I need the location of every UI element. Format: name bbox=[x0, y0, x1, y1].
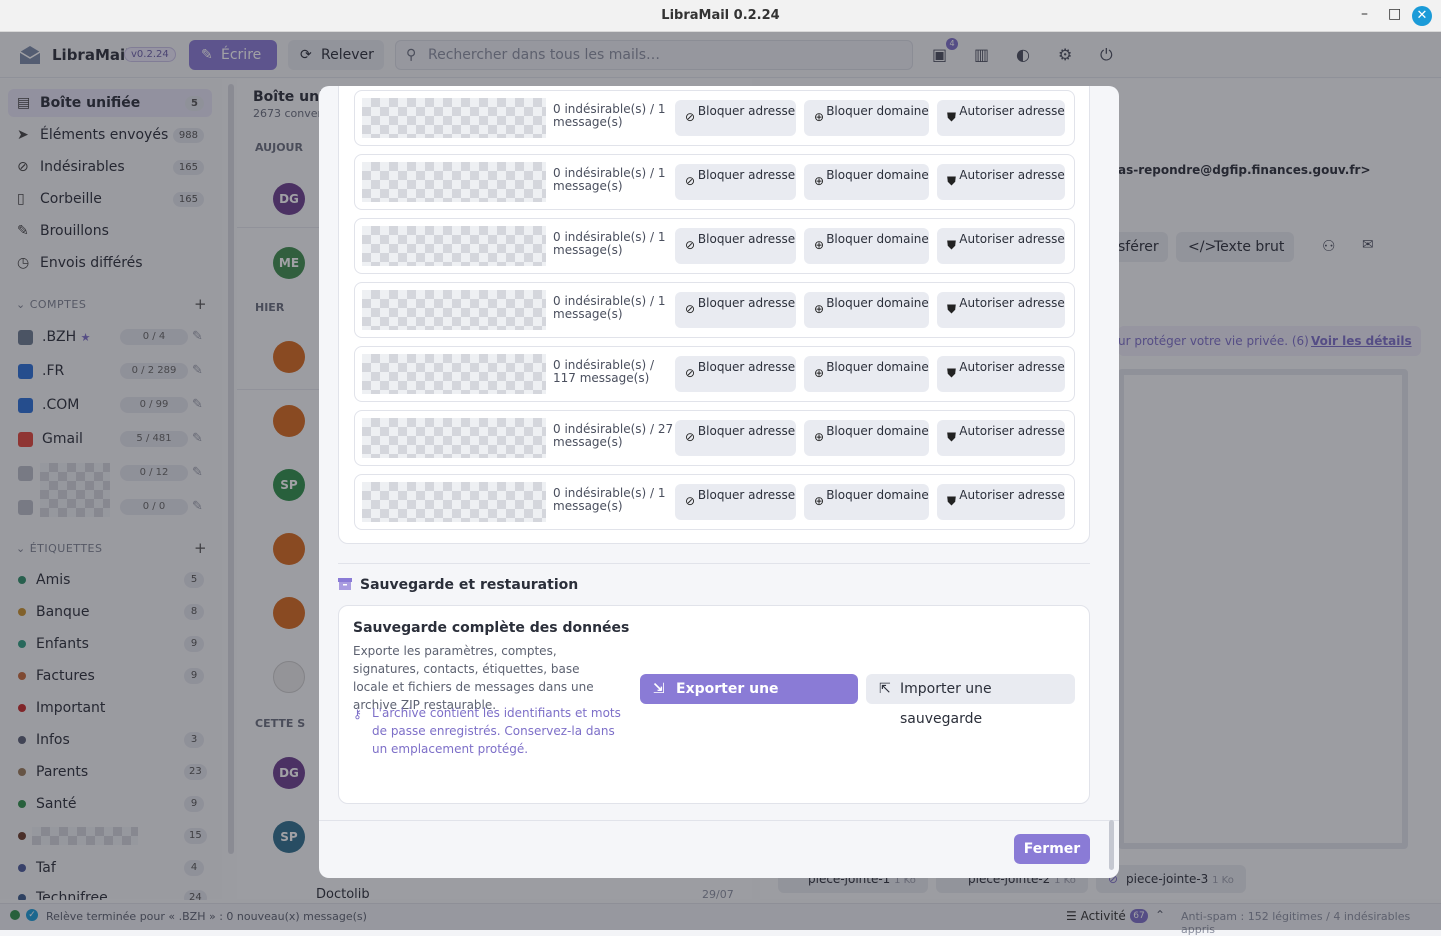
block-domain-button[interactable]: ⊕ Bloquer domaine bbox=[804, 100, 929, 136]
export-backup-button[interactable]: ⇲ Exporter une sauvegarde bbox=[640, 674, 858, 727]
shield-icon: ⛊ bbox=[947, 174, 957, 188]
block-address-button[interactable]: ⊘ Bloquer adresse bbox=[675, 484, 796, 520]
shield-icon: ⛊ bbox=[947, 430, 957, 444]
globe-icon: ⊕ bbox=[814, 430, 825, 444]
block-domain-button[interactable]: ⊕ Bloquer domaine bbox=[804, 484, 929, 520]
allow-address-button[interactable]: ⛊ Autoriser adresse bbox=[937, 484, 1065, 520]
block-domain-button[interactable]: ⊕ Bloquer domaine bbox=[804, 164, 929, 200]
file-import-icon: ⇱ bbox=[879, 681, 891, 697]
allow-address-button[interactable]: ⛊ Autoriser adresse bbox=[937, 292, 1065, 328]
sender-row: 0 indésirable(s) / 117 message(s) ⊘ Bloque… bbox=[354, 346, 1075, 402]
redacted-sender bbox=[362, 418, 546, 458]
sender-row: 0 indésirable(s) / 1 message(s) ⊘ Bloquer … bbox=[354, 218, 1075, 274]
block-icon: ⊘ bbox=[685, 430, 696, 444]
settings-modal: 0 indésirable(s) / 1 message(s) ⊘ Bloquer … bbox=[319, 86, 1119, 878]
redacted-sender bbox=[362, 98, 546, 138]
backup-section-title: Sauvegarde et restauration bbox=[338, 577, 578, 593]
shield-icon: ⛊ bbox=[947, 494, 957, 508]
block-icon: ⊘ bbox=[685, 302, 696, 316]
block-icon: ⊘ bbox=[685, 110, 696, 124]
shield-icon: ⛊ bbox=[947, 302, 957, 316]
allow-address-button[interactable]: ⛊ Autoriser adresse bbox=[937, 420, 1065, 456]
redacted-sender bbox=[362, 290, 546, 330]
allow-address-button[interactable]: ⛊ Autoriser adresse bbox=[937, 164, 1065, 200]
window-titlebar: LibraMail 0.2.24 – □ ✕ bbox=[0, 0, 1441, 32]
globe-icon: ⊕ bbox=[814, 366, 825, 380]
footer-divider bbox=[319, 820, 1119, 821]
allow-address-button[interactable]: ⛊ Autoriser adresse bbox=[937, 228, 1065, 264]
section-divider bbox=[338, 563, 1090, 564]
maximize-button[interactable]: □ bbox=[1388, 6, 1401, 22]
allow-address-button[interactable]: ⛊ Autoriser adresse bbox=[937, 356, 1065, 392]
block-address-button[interactable]: ⊘ Bloquer adresse bbox=[675, 292, 796, 328]
sender-count: 0 indésirable(s) / 1 message(s) bbox=[553, 486, 666, 513]
globe-icon: ⊕ bbox=[814, 110, 825, 124]
block-icon: ⊘ bbox=[685, 494, 696, 508]
backup-card: Sauvegarde complète des données Exporte … bbox=[338, 605, 1090, 804]
shield-icon: ⛊ bbox=[947, 366, 957, 380]
block-address-button[interactable]: ⊘ Bloquer adresse bbox=[675, 356, 796, 392]
sender-row: 0 indésirable(s) / 27 message(s) ⊘ Bloquer… bbox=[354, 410, 1075, 466]
close-modal-button[interactable]: Fermer bbox=[1014, 834, 1090, 864]
redacted-sender bbox=[362, 226, 546, 266]
globe-icon: ⊕ bbox=[814, 174, 825, 188]
sender-row: 0 indésirable(s) / 1 message(s) ⊘ Bloquer … bbox=[354, 474, 1075, 530]
sender-count: 0 indésirable(s) / 1 message(s) bbox=[553, 166, 666, 193]
close-window-button[interactable]: ✕ bbox=[1412, 6, 1432, 26]
block-icon: ⊘ bbox=[685, 366, 696, 380]
sender-row: 0 indésirable(s) / 1 message(s) ⊘ Bloquer … bbox=[354, 282, 1075, 338]
minimize-button[interactable]: – bbox=[1361, 6, 1368, 22]
block-icon: ⊘ bbox=[685, 238, 696, 252]
sender-count: 0 indésirable(s) / 27 message(s) bbox=[553, 422, 674, 449]
block-domain-button[interactable]: ⊕ Bloquer domaine bbox=[804, 420, 929, 456]
sender-count: 0 indésirable(s) / 1 message(s) bbox=[553, 230, 666, 257]
sender-count: 0 indésirable(s) / 1 message(s) bbox=[553, 102, 666, 129]
shield-icon: ⛊ bbox=[947, 238, 957, 252]
block-address-button[interactable]: ⊘ Bloquer adresse bbox=[675, 164, 796, 200]
window-title: LibraMail 0.2.24 bbox=[661, 8, 780, 23]
block-domain-button[interactable]: ⊕ Bloquer domaine bbox=[804, 292, 929, 328]
sender-list-card: 0 indésirable(s) / 1 message(s) ⊘ Bloquer … bbox=[338, 86, 1090, 544]
block-icon: ⊘ bbox=[685, 174, 696, 188]
key-icon: ⚷ bbox=[353, 707, 362, 721]
redacted-sender bbox=[362, 162, 546, 202]
import-backup-button[interactable]: ⇱ Importer une sauvegarde bbox=[866, 674, 1075, 727]
file-export-icon: ⇲ bbox=[653, 681, 665, 697]
redacted-sender bbox=[362, 354, 546, 394]
allow-address-button[interactable]: ⛊ Autoriser adresse bbox=[937, 100, 1065, 136]
archive-icon bbox=[338, 578, 352, 590]
backup-warning: ⚷ L'archive contient les identifiants et… bbox=[353, 706, 621, 756]
sender-row: 0 indésirable(s) / 1 message(s) ⊘ Bloquer … bbox=[354, 154, 1075, 210]
globe-icon: ⊕ bbox=[814, 494, 825, 508]
sender-count: 0 indésirable(s) / 1 message(s) bbox=[553, 294, 666, 321]
block-domain-button[interactable]: ⊕ Bloquer domaine bbox=[804, 228, 929, 264]
sender-count: 0 indésirable(s) / 117 message(s) bbox=[553, 358, 655, 385]
backup-title: Sauvegarde complète des données bbox=[353, 620, 630, 636]
globe-icon: ⊕ bbox=[814, 302, 825, 316]
redacted-sender bbox=[362, 482, 546, 522]
block-domain-button[interactable]: ⊕ Bloquer domaine bbox=[804, 356, 929, 392]
block-address-button[interactable]: ⊘ Bloquer adresse bbox=[675, 228, 796, 264]
sender-row: 0 indésirable(s) / 1 message(s) ⊘ Bloquer … bbox=[354, 90, 1075, 146]
block-address-button[interactable]: ⊘ Bloquer adresse bbox=[675, 100, 796, 136]
globe-icon: ⊕ bbox=[814, 238, 825, 252]
block-address-button[interactable]: ⊘ Bloquer adresse bbox=[675, 420, 796, 456]
modal-scrollbar[interactable] bbox=[1109, 820, 1114, 870]
shield-icon: ⛊ bbox=[947, 110, 957, 124]
